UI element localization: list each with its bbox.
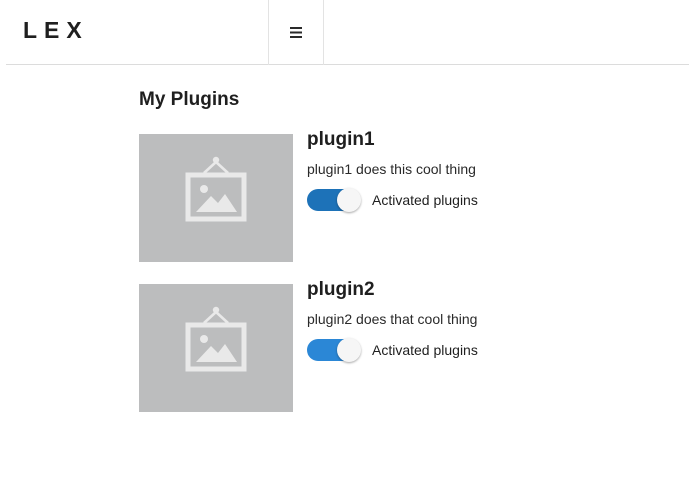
- toggle-label: Activated plugins: [372, 192, 478, 208]
- activation-toggle[interactable]: [307, 338, 361, 362]
- toggle-label: Activated plugins: [372, 342, 478, 358]
- plugin-name: plugin1: [307, 129, 375, 150]
- logo[interactable]: LEX: [23, 17, 89, 44]
- plugin-card: plugin2 plugin2 does that cool thing Act…: [139, 279, 559, 412]
- activation-toggle-row: Activated plugins: [307, 338, 478, 362]
- activation-toggle-row: Activated plugins: [307, 188, 478, 212]
- plugin-name: plugin2: [307, 279, 375, 300]
- plugin-card: plugin1 plugin1 does this cool thing Act…: [139, 129, 559, 262]
- plugin-description: plugin2 does that cool thing: [307, 311, 478, 327]
- toggle-knob: [337, 338, 361, 362]
- top-bar: LEX: [6, 0, 689, 65]
- page-title: My Plugins: [139, 89, 240, 110]
- plugin-thumbnail: [139, 284, 293, 412]
- toggle-knob: [337, 188, 361, 212]
- image-placeholder-icon: [185, 306, 247, 372]
- plugin-thumbnail: [139, 134, 293, 262]
- hamburger-menu-icon: [290, 27, 302, 38]
- image-placeholder-icon: [185, 156, 247, 222]
- plugin-description: plugin1 does this cool thing: [307, 161, 476, 177]
- menu-button[interactable]: [268, 0, 324, 65]
- activation-toggle[interactable]: [307, 188, 361, 212]
